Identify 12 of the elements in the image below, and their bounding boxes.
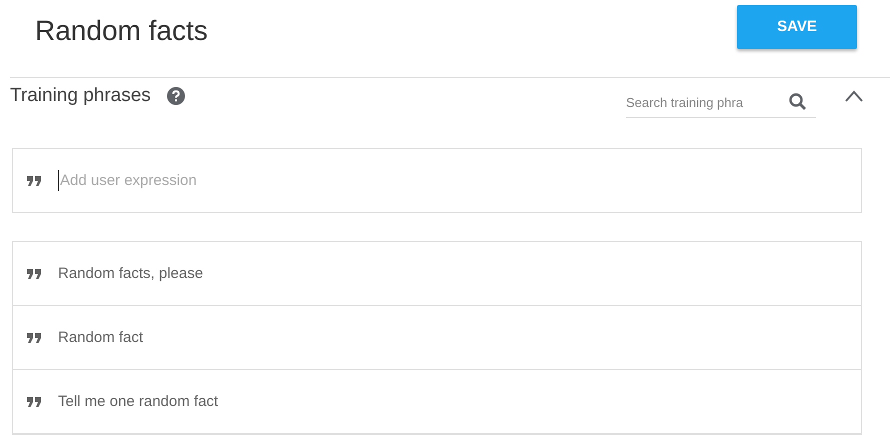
quote-icon [27,332,41,342]
page-title: Random facts [35,14,208,46]
training-phrase[interactable]: Random fact [58,329,144,346]
search-icon [788,92,808,112]
collapse-icon[interactable] [844,89,864,103]
help-icon[interactable] [166,87,185,105]
training-phrase[interactable]: Random facts, please [58,265,204,282]
section-title: Training phrases [10,85,151,107]
quote-icon [27,268,41,278]
quote-icon [27,396,41,406]
training-phrase[interactable]: Tell me one random fact [58,393,218,410]
quote-icon [27,176,41,186]
